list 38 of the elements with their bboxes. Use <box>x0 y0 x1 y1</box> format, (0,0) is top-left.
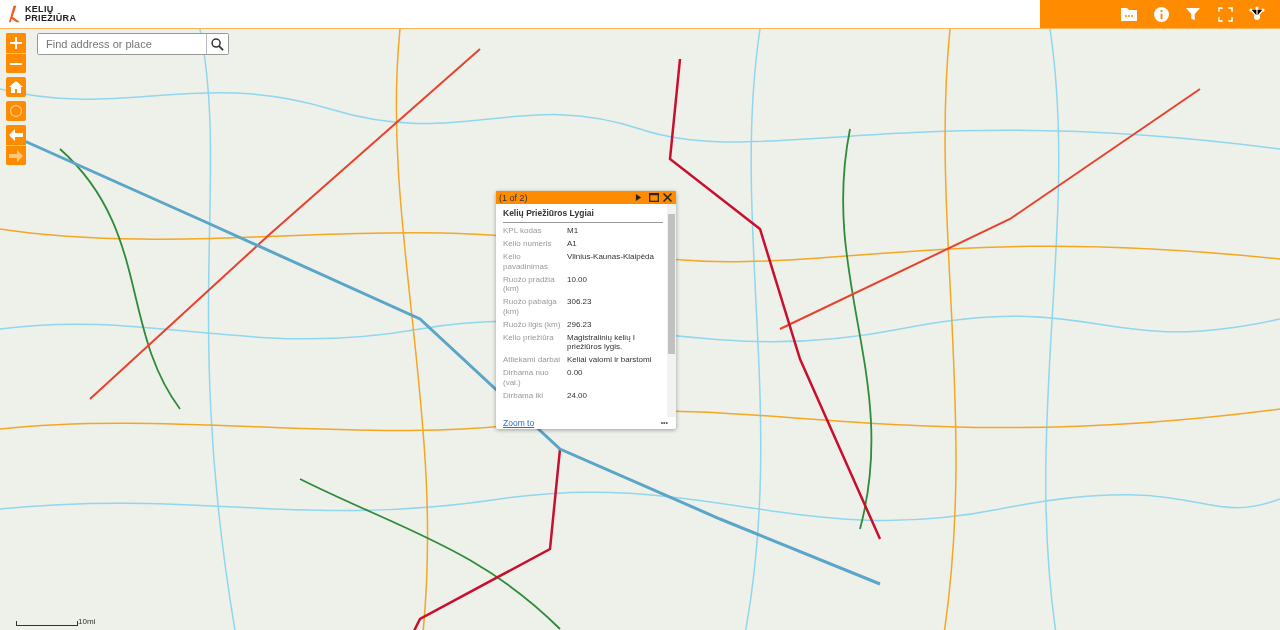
zoom-out-button[interactable] <box>6 53 26 73</box>
forward-button[interactable] <box>6 145 26 165</box>
maximize-icon[interactable] <box>649 192 659 203</box>
locate-button[interactable] <box>6 101 26 121</box>
scale-label: 10mi <box>78 617 96 626</box>
field-value: Magistralinių kelių I priežiūros lygis. <box>567 332 637 352</box>
plus-icon <box>10 37 22 49</box>
search-field[interactable]: Find address or place <box>37 33 229 55</box>
field-label: Kelio pavadinimas <box>503 252 549 271</box>
field-value: 24.00 <box>567 390 589 400</box>
field-label: Ruožo pradžia (km) <box>503 274 556 294</box>
logo-text: PRIEŽIŪRA <box>25 14 77 23</box>
logo-icon <box>8 5 21 23</box>
field-label: Ruožo ilgis (km) <box>503 319 562 329</box>
home-button[interactable] <box>6 77 26 97</box>
zoom-to-link[interactable]: Zoom to <box>503 417 535 428</box>
field-label: KPL kodas <box>503 226 543 236</box>
field-label: Dirbama nuo (val.) <box>503 368 550 387</box>
field-label: Atliekami darbai <box>503 355 561 365</box>
field-value: Keliai valomi ir barstomi <box>567 355 653 365</box>
field-label: Kelio priežiūra <box>503 332 555 344</box>
field-label: Dirbama iki <box>503 390 544 400</box>
page-counter: (1 of 2) <box>499 192 529 203</box>
logo-text: KELIŲ <box>25 5 54 14</box>
field-value: M1 <box>567 226 580 236</box>
field-value: 10.00 <box>567 274 589 286</box>
field-value: 306.23 <box>567 297 593 308</box>
search-button[interactable] <box>206 34 228 54</box>
field-value: 296.23 <box>567 319 593 329</box>
field-label: Kelio numeris <box>503 239 553 249</box>
field-value: 0.00 <box>567 368 584 379</box>
field-value: A1 <box>567 239 578 249</box>
scrollbar[interactable] <box>667 204 676 417</box>
scale-bar <box>16 621 78 626</box>
close-icon[interactable] <box>663 192 673 203</box>
field-label: Ruožo pabaiga (km) <box>503 297 558 316</box>
popup-title: Kelių Priežiūros Lygiai <box>503 208 663 223</box>
field-value: Vilnius-Kaunas-Klaipėda <box>567 252 656 263</box>
